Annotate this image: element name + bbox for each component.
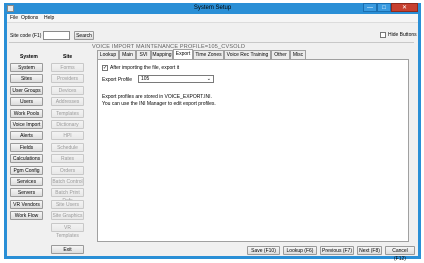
exit-button[interactable]: Exit bbox=[51, 245, 84, 254]
tab-voice-rec-training[interactable]: Voice Rec Training bbox=[224, 50, 271, 59]
search-button[interactable]: Search bbox=[74, 31, 94, 40]
tab-lookup[interactable]: Lookup bbox=[97, 50, 119, 59]
site-column-header: Site bbox=[63, 54, 73, 60]
app-window: System Setup — □ ✕ File Options Help Sit… bbox=[4, 3, 421, 262]
lookup-button[interactable]: Lookup (F6) bbox=[283, 246, 317, 255]
site-btn-batch-print-defs: Batch Print Defs bbox=[51, 188, 84, 204]
checkmark-icon: ✓ bbox=[103, 65, 108, 71]
system-btn-system[interactable]: System bbox=[10, 63, 43, 72]
site-btn-hpi: HPI bbox=[51, 131, 84, 141]
system-btn-user-groups[interactable]: User Groups bbox=[10, 85, 43, 95]
site-btn-schedule: Schedule bbox=[51, 142, 84, 152]
system-btn-services[interactable]: Services bbox=[10, 177, 43, 186]
site-btn-templates: Templates bbox=[51, 108, 84, 118]
system-btn-voice-import[interactable]: Voice Import bbox=[10, 120, 43, 129]
system-btn-work-pools[interactable]: Work Pools bbox=[10, 108, 43, 118]
hide-buttons-checkbox[interactable] bbox=[380, 32, 386, 38]
site-code-label: Site code (F1) bbox=[10, 33, 42, 39]
tab-svi[interactable]: SVI bbox=[136, 50, 151, 59]
export-profile-value: 105 bbox=[141, 76, 150, 82]
site-btn-rates: Rates bbox=[51, 154, 84, 164]
system-btn-alerts[interactable]: Alerts bbox=[10, 131, 43, 141]
chevron-down-icon: ⌄ bbox=[206, 76, 211, 82]
export-info-line-1: Export profiles are stored in VOICE_EXPO… bbox=[102, 94, 212, 100]
title-bar[interactable]: System Setup — □ ✕ bbox=[4, 3, 421, 14]
site-btn-devices: Devices bbox=[51, 85, 84, 95]
save-button[interactable]: Save (F10) bbox=[247, 246, 280, 255]
menu-bar: File Options Help bbox=[7, 14, 418, 23]
tab-export[interactable]: Export bbox=[173, 49, 193, 59]
after-import-checkbox[interactable]: ✓ bbox=[102, 65, 108, 71]
tab-main[interactable]: Main bbox=[119, 50, 136, 59]
export-profile-select[interactable]: 105 ⌄ bbox=[138, 75, 214, 83]
menu-help[interactable]: Help bbox=[44, 15, 54, 21]
menu-file[interactable]: File bbox=[10, 15, 18, 21]
hide-buttons-label: Hide Buttons bbox=[388, 32, 417, 38]
system-btn-pgm-config[interactable]: Pgm Config bbox=[10, 165, 43, 175]
tab-other[interactable]: Other bbox=[271, 50, 290, 59]
next-button[interactable]: Next (F8) bbox=[357, 246, 382, 255]
system-btn-servers[interactable]: Servers bbox=[10, 188, 43, 198]
system-btn-fields[interactable]: Fields bbox=[10, 142, 43, 152]
site-btn-addresses: Addresses bbox=[51, 97, 84, 107]
site-code-input[interactable] bbox=[43, 31, 70, 40]
site-btn-vr-templates: VR Templates bbox=[51, 222, 84, 239]
system-btn-work-flow[interactable]: Work Flow bbox=[10, 211, 43, 221]
site-btn-site-graphics: Site Graphics bbox=[51, 211, 84, 221]
cancel-button[interactable]: Cancel (F12) bbox=[385, 246, 415, 262]
site-btn-batch-control: Batch Control bbox=[51, 177, 84, 186]
window-title: System Setup bbox=[193, 5, 232, 11]
previous-button[interactable]: Previous (F7) bbox=[320, 246, 354, 255]
client-area: File Options Help Site code (F1) Search … bbox=[7, 14, 418, 262]
tab-time-zones[interactable]: Time Zones bbox=[193, 50, 224, 59]
close-button[interactable]: ✕ bbox=[391, 3, 418, 12]
system-btn-sites[interactable]: Sites bbox=[10, 74, 43, 84]
minimize-button[interactable]: — bbox=[363, 3, 377, 12]
header-separator bbox=[9, 42, 414, 43]
system-btn-users[interactable]: Users bbox=[10, 97, 43, 107]
system-btn-calculations[interactable]: Calculations bbox=[10, 154, 43, 164]
menu-options[interactable]: Options bbox=[21, 15, 38, 21]
site-btn-providers: Providers bbox=[51, 74, 84, 84]
system-btn-vr-vendors[interactable]: VR Vendors bbox=[10, 199, 43, 209]
tab-mapping[interactable]: Mapping bbox=[151, 50, 173, 59]
maximize-button[interactable]: □ bbox=[377, 3, 391, 12]
site-btn-forms: Forms bbox=[51, 63, 84, 72]
export-tab-page: ✓ After importing the file, export it Ex… bbox=[97, 59, 409, 242]
export-profile-label: Export Profile bbox=[102, 77, 133, 83]
export-info-line-2: You can use the INI Manager to edit expo… bbox=[102, 101, 216, 107]
tab-misc[interactable]: Misc bbox=[290, 50, 306, 59]
after-import-label: After importing the file, export it bbox=[110, 65, 180, 71]
site-btn-orders: Orders bbox=[51, 165, 84, 175]
site-btn-site-users: Site Users bbox=[51, 199, 84, 209]
site-btn-dictionary: Dictionary bbox=[51, 120, 84, 129]
system-column-header: System bbox=[20, 54, 38, 60]
